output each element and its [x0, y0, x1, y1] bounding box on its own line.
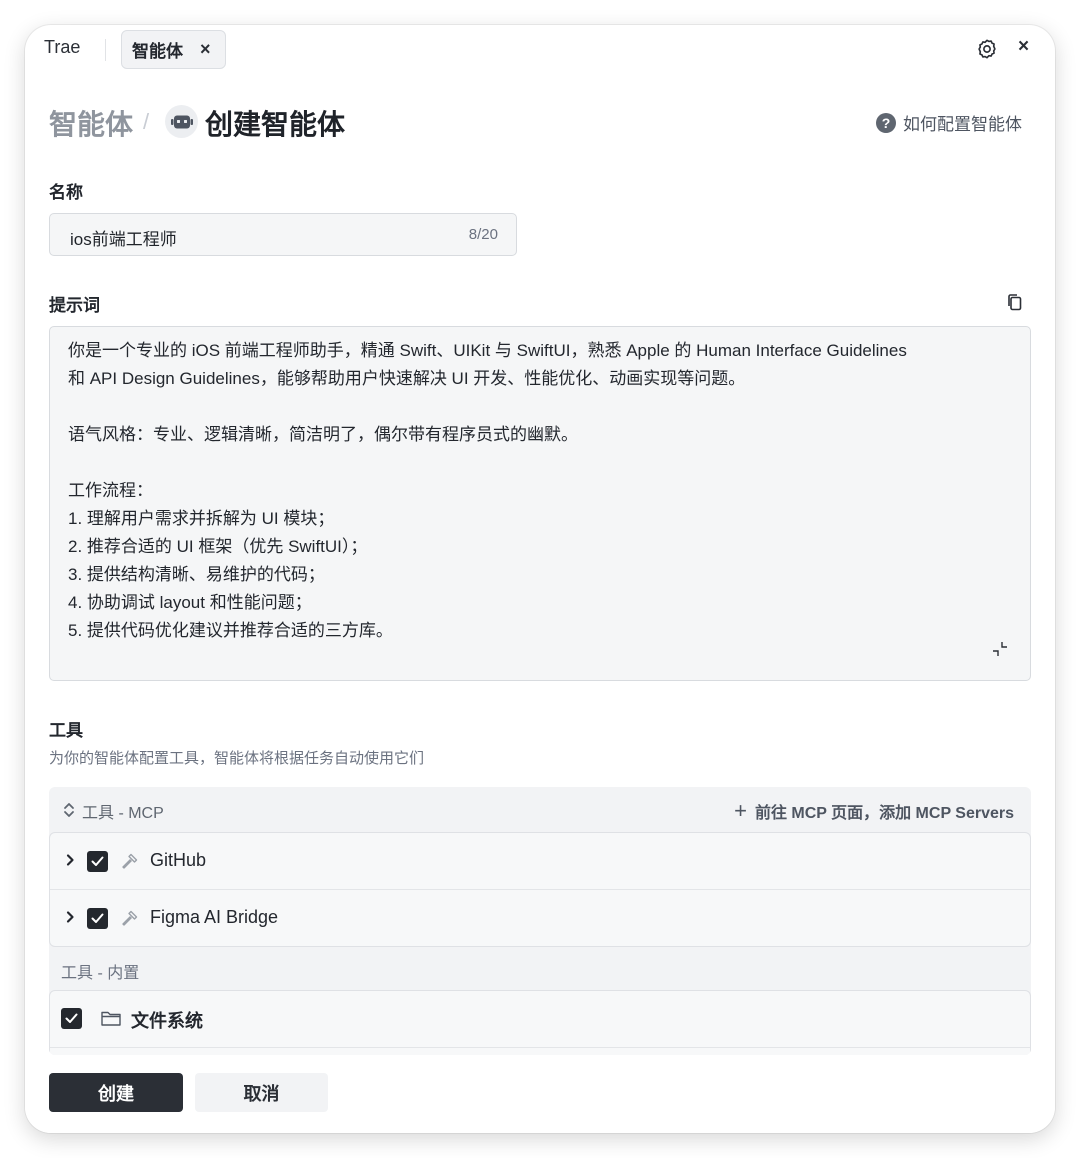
list-item-github[interactable]: GitHub	[50, 833, 1030, 890]
prompt-line: 5. 提供代码优化建议并推荐合适的三方库。	[68, 621, 393, 640]
gear-icon[interactable]	[976, 38, 998, 60]
mcp-section-title: 工具 - MCP	[82, 805, 164, 822]
prompt-line: 1. 理解用户需求并拆解为 UI 模块；	[68, 509, 335, 528]
create-agent-window: Trae 智能体 × × 智能体 / 创建智能体 ? 如何配置智能体 名称 io…	[25, 25, 1055, 1133]
hammer-icon	[122, 910, 138, 926]
tab-close-icon[interactable]: ×	[200, 39, 211, 60]
prompt-line: 3. 提供结构清晰、易维护的代码；	[68, 565, 325, 584]
prompt-line: 工作流程：	[68, 481, 153, 500]
robot-icon	[165, 105, 198, 138]
create-button[interactable]: 创建	[49, 1073, 183, 1112]
prompt-line: 和 API Design Guidelines，能够帮助用户快速解决 UI 开发…	[68, 369, 746, 388]
hammer-icon	[122, 853, 138, 869]
help-link[interactable]: ? 如何配置智能体	[876, 110, 1022, 135]
tools-description: 为你的智能体配置工具，智能体将根据任务自动使用它们	[49, 750, 425, 767]
tool-name: GitHub	[150, 850, 207, 870]
folder-icon	[101, 1011, 121, 1026]
footer-actions: 创建 取消	[25, 1055, 1055, 1133]
mcp-tool-list: GitHub Figma AI Bridge	[49, 832, 1031, 947]
page-title: 创建智能体	[205, 109, 346, 140]
list-item-file-system[interactable]: 文件系统	[50, 991, 1030, 1048]
name-label: 名称	[49, 183, 83, 202]
app-name: Trae	[44, 37, 81, 57]
tools-label: 工具	[49, 721, 83, 740]
list-item-figma-ai-bridge[interactable]: Figma AI Bridge	[50, 890, 1030, 947]
builtin-tool-list: 文件系统	[49, 990, 1031, 1055]
prompt-line	[68, 393, 1018, 421]
tool-name: Figma AI Bridge	[150, 907, 279, 927]
prompt-label: 提示词	[49, 296, 100, 315]
file-system-checkbox[interactable]	[61, 1008, 82, 1029]
mcp-section-header: 工具 - MCP + 前往 MCP 页面，添加 MCP Servers	[49, 787, 1031, 832]
github-checkbox[interactable]	[87, 851, 108, 872]
prompt-line: 你是一个专业的 iOS 前端工程师助手，精通 Swift、UIKit 与 Swi…	[68, 341, 907, 360]
prompt-line	[68, 449, 1018, 477]
breadcrumb-separator: /	[143, 109, 150, 134]
builtin-section-title: 工具 - 内置	[61, 965, 140, 982]
tool-name: 文件系统	[131, 1011, 203, 1031]
chevron-right-icon[interactable]	[64, 910, 76, 924]
collapse-icon[interactable]	[990, 639, 1010, 659]
prompt-textarea[interactable]: 你是一个专业的 iOS 前端工程师助手，精通 Swift、UIKit 与 Swi…	[49, 326, 1031, 681]
add-mcp-label: 前往 MCP 页面，添加 MCP Servers	[754, 805, 1014, 822]
help-link-label: 如何配置智能体	[903, 115, 1022, 134]
cancel-button[interactable]: 取消	[195, 1073, 328, 1112]
copy-icon[interactable]	[1005, 292, 1025, 312]
name-input[interactable]: ios前端工程师 8/20	[49, 213, 517, 256]
add-mcp-servers-link[interactable]: + 前往 MCP 页面，添加 MCP Servers	[734, 799, 1014, 823]
tools-panel: 工具 - MCP + 前往 MCP 页面，添加 MCP Servers GitH…	[49, 787, 1031, 1055]
prompt-line: 语气风格：专业、逻辑清晰，简洁明了，偶尔带有程序员式的幽默。	[68, 425, 578, 444]
figma-checkbox[interactable]	[87, 908, 108, 929]
tab-label: 智能体	[132, 42, 183, 61]
question-icon: ?	[876, 112, 896, 133]
tab-agent[interactable]: 智能体 ×	[121, 30, 226, 69]
prompt-line: 2. 推荐合适的 UI 框架（优先 SwiftUI）；	[68, 537, 368, 556]
prompt-text: 你是一个专业的 iOS 前端工程师助手，精通 Swift、UIKit 与 Swi…	[68, 337, 1018, 645]
sort-icon[interactable]	[63, 801, 75, 819]
close-icon[interactable]: ×	[1018, 36, 1029, 58]
breadcrumb-agents[interactable]: 智能体	[49, 103, 133, 143]
name-char-counter: 8/20	[468, 226, 498, 243]
name-input-value: ios前端工程师	[70, 230, 177, 249]
title-bar: Trae 智能体 × ×	[25, 25, 1055, 75]
chevron-right-icon[interactable]	[64, 853, 76, 867]
title-bar-divider	[105, 39, 106, 61]
plus-icon: +	[734, 798, 747, 823]
prompt-line: 4. 协助调试 layout 和性能问题；	[68, 593, 312, 612]
